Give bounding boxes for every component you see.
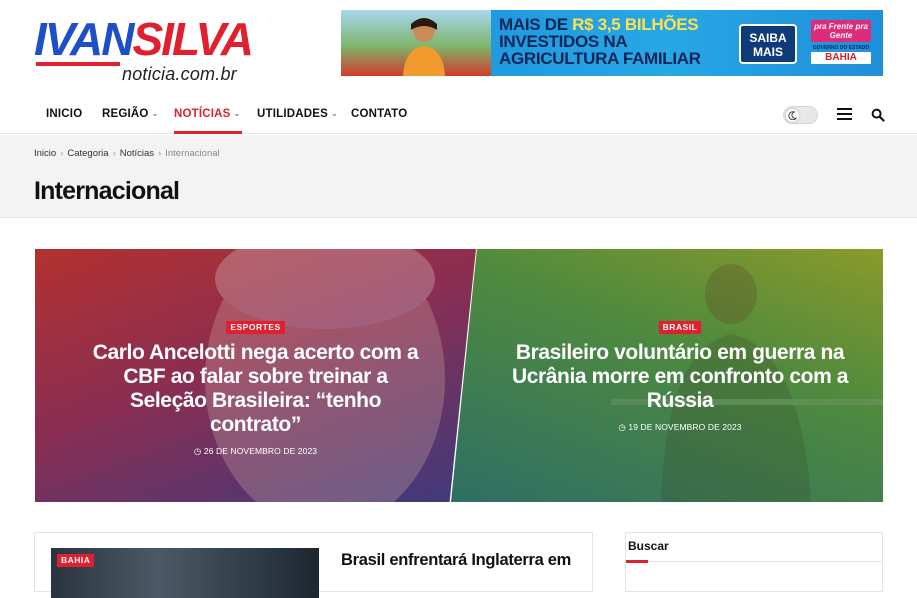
article-card[interactable]: BAHIA Brasil enfrentará Inglaterra em [34, 532, 593, 598]
hero-headline[interactable]: Brasileiro voluntário em guerra na Ucrân… [495, 341, 865, 413]
chevron-right-icon: › [60, 148, 64, 159]
breadcrumb-current: Internacional [165, 148, 220, 159]
ad-banner[interactable]: MAIS DE R$ 3,5 BILHÕES INVESTIDOS NA AGR… [341, 10, 883, 76]
widget-accent [626, 560, 648, 563]
banner-cta-button[interactable]: SAIBA MAIS [739, 24, 797, 64]
chevron-right-icon: › [112, 148, 116, 159]
page-title: Internacional [34, 177, 180, 205]
widget-title: Buscar [628, 539, 669, 553]
site-header: IVANSILVA noticia.com.br MAIS DE R$ 3,5 … [0, 0, 917, 92]
dark-mode-toggle[interactable] [783, 106, 818, 124]
logo-wordmark: IVANSILVA [34, 13, 254, 65]
banner-brand: pra Frente pra Gente GOVERNO DO ESTADO B… [811, 20, 871, 64]
hero-headline[interactable]: Carlo Ancelotti nega acerto com a CBF ao… [86, 341, 426, 437]
hero-slide[interactable]: BRASIL Brasileiro voluntário em guerra n… [451, 249, 883, 502]
category-tag[interactable]: BAHIA [57, 554, 95, 567]
chevron-down-icon: ⌄ [233, 109, 241, 118]
nav-item-contato[interactable]: CONTATO [351, 92, 407, 134]
breadcrumb: Inicio › Categoria › Notícias › Internacional [34, 148, 220, 159]
sidebar-search-widget: Buscar [625, 532, 883, 592]
chevron-right-icon: › [158, 148, 162, 159]
site-logo[interactable]: IVANSILVA noticia.com.br [34, 14, 254, 86]
hero-slide[interactable]: ESPORTES Carlo Ancelotti nega acerto com… [35, 249, 476, 502]
breadcrumb-link-noticias[interactable]: Notícias [120, 148, 154, 159]
breadcrumb-link-inicio[interactable]: Inicio [34, 148, 56, 159]
widget-divider [626, 561, 882, 562]
nav-item-utilidades[interactable]: UTILIDADES ⌄ [257, 92, 338, 134]
nav-item-noticias[interactable]: NOTÍCIAS ⌄ [174, 92, 243, 134]
hero-date: ◷ 26 DE NOVEMBRO DE 2023 [193, 446, 318, 456]
banner-person-image [403, 18, 445, 76]
banner-headline: MAIS DE R$ 3,5 BILHÕES INVESTIDOS NA AGR… [499, 15, 701, 68]
nav-item-regiao[interactable]: REGIÃO ⌄ [102, 92, 158, 134]
hamburger-icon[interactable] [837, 108, 852, 122]
clock-icon: ◷ [618, 422, 626, 432]
main-nav: INICIO REGIÃO ⌄ NOTÍCIAS ⌄ UTILIDADES ⌄ CON… [0, 92, 917, 134]
category-tag[interactable]: ESPORTES [226, 321, 285, 334]
logo-underline [36, 62, 120, 66]
clock-icon: ◷ [193, 446, 202, 456]
moon-icon [788, 111, 797, 120]
breadcrumb-link-categoria[interactable]: Categoria [67, 148, 108, 159]
nav-item-inicio[interactable]: INICIO [46, 92, 82, 134]
category-header: Inicio › Categoria › Notícias › Internacional … [0, 135, 917, 218]
chevron-down-icon: ⌄ [331, 109, 338, 118]
logo-subtitle: noticia.com.br [122, 64, 237, 84]
article-title[interactable]: Brasil enfrentará Inglaterra em [341, 551, 571, 570]
chevron-down-icon: ⌄ [151, 109, 159, 118]
hero-slider: ESPORTES Carlo Ancelotti nega acerto com… [35, 249, 883, 502]
category-tag[interactable]: BRASIL [658, 321, 702, 334]
hero-date: ◷ 19 DE NOVEMBRO DE 2023 [618, 422, 742, 432]
search-icon[interactable] [871, 108, 885, 122]
